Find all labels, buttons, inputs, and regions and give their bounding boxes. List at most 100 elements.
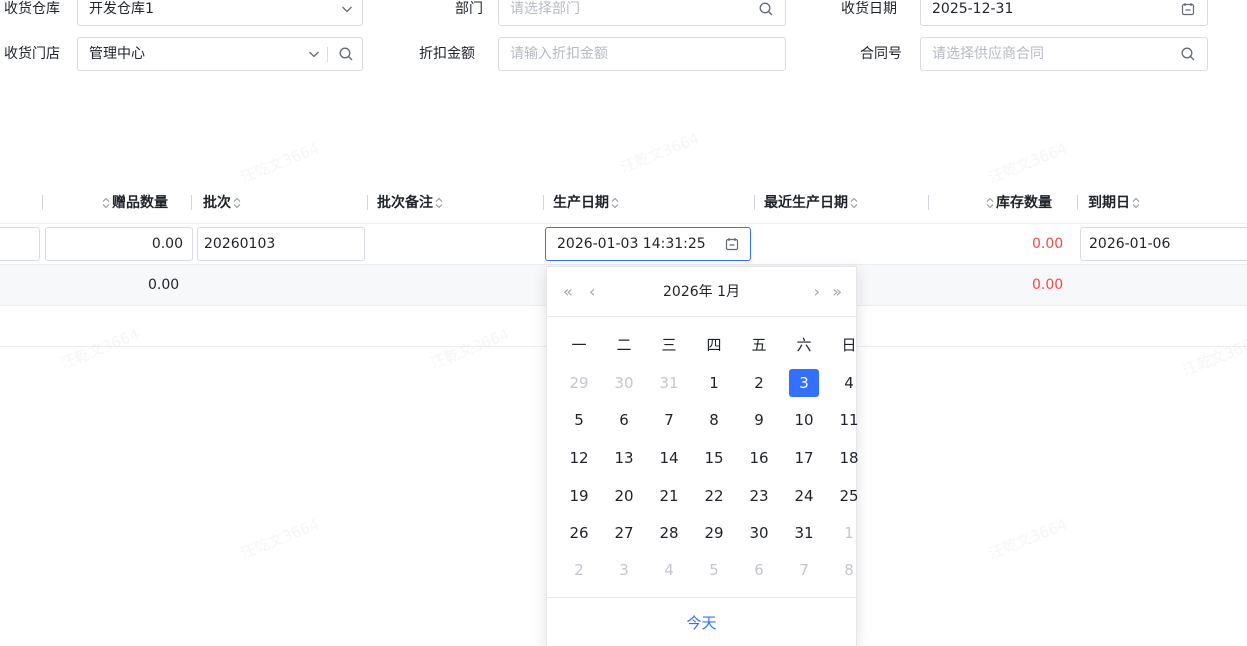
day-cell[interactable]: 15 <box>699 444 729 472</box>
day-cell[interactable]: 7 <box>654 406 684 434</box>
month-title: 2026年 1月 <box>663 284 740 300</box>
store-select[interactable]: 管理中心 <box>77 37 363 71</box>
receive-date-label: 收货日期 <box>841 1 897 17</box>
contract-placeholder: 请选择供应商合同 <box>932 46 1044 62</box>
header-batch[interactable]: 批次 <box>203 182 243 224</box>
day-cell[interactable]: 1 <box>834 519 864 547</box>
header-batch-note[interactable]: 批次备注 <box>377 182 445 224</box>
day-cell[interactable]: 4 <box>834 369 864 397</box>
day-cell[interactable]: 20 <box>609 482 639 510</box>
receive-date-value: 2025-12-31 <box>932 1 1014 17</box>
weekday-label: 六 <box>796 336 812 354</box>
chevron-down-icon[interactable] <box>306 46 322 62</box>
weekday-label: 五 <box>751 336 767 354</box>
store-value: 管理中心 <box>89 46 145 62</box>
day-cell[interactable]: 8 <box>834 556 864 584</box>
day-cell[interactable]: 6 <box>744 556 774 584</box>
watermark: 汪乾文3664 <box>617 129 702 177</box>
day-cell[interactable]: 29 <box>699 519 729 547</box>
day-cell[interactable]: 19 <box>564 482 594 510</box>
header-expiry[interactable]: 到期日 <box>1088 182 1142 224</box>
row-prev-cell-input[interactable] <box>0 227 40 261</box>
day-cell-selected[interactable]: 3 <box>789 369 819 397</box>
day-cell[interactable]: 5 <box>564 406 594 434</box>
day-cell[interactable]: 31 <box>654 369 684 397</box>
gift-qty-input[interactable]: 0.00 <box>45 227 193 261</box>
header-expiry-label: 到期日 <box>1088 195 1130 211</box>
weekday-label: 日 <box>841 336 857 354</box>
day-cell[interactable]: 23 <box>744 482 774 510</box>
day-cell[interactable]: 8 <box>699 406 729 434</box>
header-batch-note-label: 批次备注 <box>377 195 433 211</box>
date-picker-footer: 今天 <box>547 597 856 646</box>
day-cell[interactable]: 24 <box>789 482 819 510</box>
day-cell[interactable]: 29 <box>564 369 594 397</box>
day-cell[interactable]: 21 <box>654 482 684 510</box>
day-cell[interactable]: 14 <box>654 444 684 472</box>
row-divider <box>0 223 1247 224</box>
date-picker-popup: « ‹ 2026年 1月 › » 一二三四五六日 29 30 31 1 2 3 4 5 6 7 8 9… <box>546 266 859 646</box>
next-month-button[interactable]: › <box>814 282 820 302</box>
gift-qty-value: 0.00 <box>151 236 183 252</box>
watermark: 汪乾文3664 <box>427 325 512 373</box>
day-cell[interactable]: 1 <box>699 369 729 397</box>
header-gift-qty[interactable]: 赠品数量 <box>100 182 168 224</box>
column-divider <box>191 195 192 210</box>
day-cell[interactable]: 5 <box>699 556 729 584</box>
sort-icon <box>986 197 994 209</box>
prod-date-input[interactable]: 2026-01-03 14:31:25 <box>545 227 751 261</box>
day-cell[interactable]: 16 <box>744 444 774 472</box>
day-cell[interactable]: 13 <box>609 444 639 472</box>
day-cell[interactable]: 4 <box>654 556 684 584</box>
day-cell[interactable]: 12 <box>564 444 594 472</box>
expiry-input[interactable]: 2026-01-06 <box>1080 227 1247 261</box>
day-cell[interactable]: 25 <box>834 482 864 510</box>
header-prod-date[interactable]: 生产日期 <box>553 182 621 224</box>
receive-date-input[interactable]: 2025-12-31 <box>920 0 1208 26</box>
day-cell[interactable]: 26 <box>564 519 594 547</box>
warehouse-select[interactable]: 开发仓库1 <box>77 0 363 26</box>
day-cell[interactable]: 10 <box>789 406 819 434</box>
day-cell[interactable]: 3 <box>609 556 639 584</box>
search-icon[interactable] <box>1180 46 1196 62</box>
stock-qty-total: 0.00 <box>1032 277 1064 293</box>
prod-date-value: 2026-01-03 14:31:25 <box>557 236 706 252</box>
day-cell[interactable]: 30 <box>744 519 774 547</box>
day-cell[interactable]: 31 <box>789 519 819 547</box>
watermark: 汪乾文3664 <box>1179 332 1247 380</box>
today-button[interactable]: 今天 <box>547 612 856 634</box>
day-cell[interactable]: 7 <box>789 556 819 584</box>
contract-input[interactable]: 请选择供应商合同 <box>920 37 1208 71</box>
header-recent-prod-date[interactable]: 最近生产日期 <box>764 182 860 224</box>
header-stock-qty-label: 库存数量 <box>996 195 1052 211</box>
stock-qty-value: 0.00 <box>1032 236 1064 252</box>
batch-value: 20260103 <box>204 236 276 252</box>
watermark: 汪乾文3664 <box>985 139 1070 187</box>
day-cell[interactable]: 22 <box>699 482 729 510</box>
day-cell[interactable]: 9 <box>744 406 774 434</box>
day-cell[interactable]: 6 <box>609 406 639 434</box>
search-icon[interactable] <box>758 1 774 17</box>
discount-input[interactable]: 请输入折扣金额 <box>498 37 786 71</box>
column-divider <box>543 195 544 210</box>
dept-placeholder: 请选择部门 <box>510 1 580 17</box>
calendar-icon[interactable] <box>1180 1 1196 17</box>
day-cell[interactable]: 27 <box>609 519 639 547</box>
day-cell[interactable]: 30 <box>609 369 639 397</box>
watermark: 汪乾文3664 <box>57 325 142 373</box>
calendar-icon[interactable] <box>724 236 741 253</box>
dept-input[interactable]: 请选择部门 <box>498 0 786 26</box>
header-recent-prod-date-label: 最近生产日期 <box>764 195 848 211</box>
header-stock-qty[interactable]: 库存数量 <box>984 182 1052 224</box>
day-cell[interactable]: 28 <box>654 519 684 547</box>
day-cell[interactable]: 2 <box>564 556 594 584</box>
day-cell[interactable]: 17 <box>789 444 819 472</box>
batch-input[interactable]: 20260103 <box>197 227 365 261</box>
day-cell[interactable]: 2 <box>744 369 774 397</box>
weekday-label: 一 <box>571 336 587 354</box>
day-cell[interactable]: 18 <box>834 444 864 472</box>
day-cell[interactable]: 11 <box>834 406 864 434</box>
next-year-button[interactable]: » <box>832 282 842 302</box>
header-prod-date-label: 生产日期 <box>553 195 609 211</box>
search-icon[interactable] <box>338 46 354 62</box>
